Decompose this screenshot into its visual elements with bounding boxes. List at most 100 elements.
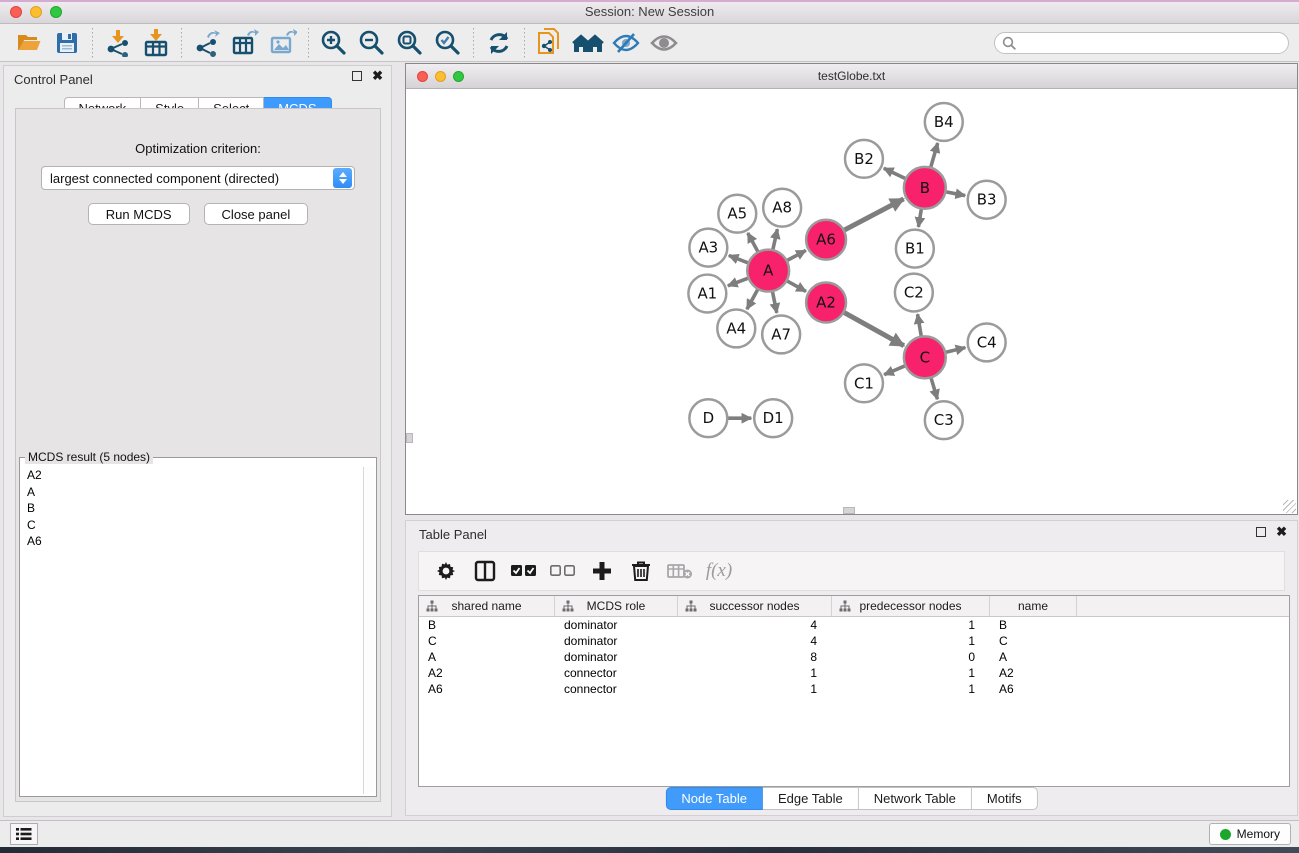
- cell-successor-nodes[interactable]: 1: [678, 665, 832, 681]
- zoom-fit-icon[interactable]: [391, 27, 429, 59]
- delete-icon[interactable]: [626, 556, 656, 586]
- graph-edge-C-C1[interactable]: [884, 365, 907, 375]
- graph-node-C[interactable]: C: [904, 336, 946, 378]
- cell-predecessor-nodes[interactable]: 1: [832, 665, 990, 681]
- table-row[interactable]: Adominator80A: [419, 649, 1289, 665]
- tab-motifs[interactable]: Motifs: [972, 787, 1038, 810]
- select-all-icon[interactable]: [509, 556, 539, 586]
- cell-shared-name[interactable]: B: [419, 617, 555, 633]
- graph-node-A1[interactable]: A1: [688, 275, 726, 313]
- cell-name[interactable]: A6: [990, 681, 1077, 697]
- table-row[interactable]: Bdominator41B: [419, 617, 1289, 633]
- cell-shared-name[interactable]: A: [419, 649, 555, 665]
- result-list-scrollbar[interactable]: [363, 467, 375, 794]
- cell-shared-name[interactable]: A6: [419, 681, 555, 697]
- run-mcds-button[interactable]: Run MCDS: [88, 203, 190, 225]
- optimization-criterion-dropdown[interactable]: largest connected component (directed): [41, 166, 355, 190]
- tab-edge-table[interactable]: Edge Table: [763, 787, 859, 810]
- cell-name[interactable]: B: [990, 617, 1077, 633]
- graph-node-B4[interactable]: B4: [925, 103, 963, 141]
- graph-node-A7[interactable]: A7: [762, 315, 800, 353]
- graph-node-A8[interactable]: A8: [763, 189, 801, 227]
- cell-mcds-role[interactable]: connector: [555, 665, 678, 681]
- graph-edge-C-C2[interactable]: [918, 314, 922, 339]
- cell-shared-name[interactable]: C: [419, 633, 555, 649]
- graph-edge-B-B2[interactable]: [884, 168, 908, 179]
- graph-edge-A-A5[interactable]: [748, 233, 759, 254]
- toolbar-search[interactable]: [994, 32, 1289, 54]
- float-panel-icon[interactable]: [352, 71, 362, 81]
- cell-name[interactable]: A: [990, 649, 1077, 665]
- close-table-panel-icon[interactable]: ✖: [1276, 527, 1287, 537]
- open-session-icon[interactable]: [10, 27, 48, 59]
- cell-mcds-role[interactable]: dominator: [555, 649, 678, 665]
- graph-edge-B-B4[interactable]: [930, 143, 938, 170]
- graph-node-A5[interactable]: A5: [718, 195, 756, 233]
- columns-icon[interactable]: [470, 556, 500, 586]
- graph-edge-A-A3[interactable]: [729, 255, 751, 263]
- graph-edge-A6-B[interactable]: [842, 199, 904, 231]
- graph-node-B3[interactable]: B3: [968, 181, 1006, 219]
- export-network-icon[interactable]: [188, 27, 226, 59]
- mcds-result-item[interactable]: C: [22, 517, 362, 534]
- graph-edge-A-A8[interactable]: [772, 229, 777, 252]
- export-table-icon[interactable]: [226, 27, 264, 59]
- graph-edge-A-A4[interactable]: [747, 287, 759, 309]
- graph-node-C4[interactable]: C4: [968, 323, 1006, 361]
- search-input[interactable]: [1020, 34, 1288, 52]
- graph-node-A6[interactable]: A6: [806, 220, 846, 260]
- clone-network-icon[interactable]: [531, 27, 569, 59]
- graph-node-A3[interactable]: A3: [689, 229, 727, 267]
- column-header-predecessor-nodes[interactable]: predecessor nodes: [832, 596, 990, 616]
- cell-successor-nodes[interactable]: 1: [678, 681, 832, 697]
- mcds-result-item[interactable]: A: [22, 484, 362, 501]
- graph-edge-A-A6[interactable]: [785, 250, 806, 261]
- export-image-icon[interactable]: [264, 27, 302, 59]
- network-graph[interactable]: AA1A2A3A4A5A6A7A8BB1B2B3B4CC1C2C3C4DD1: [406, 90, 1297, 514]
- function-builder-icon[interactable]: f(x): [704, 556, 734, 586]
- cell-predecessor-nodes[interactable]: 1: [832, 617, 990, 633]
- import-network-icon[interactable]: [99, 27, 137, 59]
- zoom-in-icon[interactable]: [315, 27, 353, 59]
- tab-network-table[interactable]: Network Table: [859, 787, 972, 810]
- cell-mcds-role[interactable]: dominator: [555, 633, 678, 649]
- cell-name[interactable]: C: [990, 633, 1077, 649]
- zoom-out-icon[interactable]: [353, 27, 391, 59]
- graph-edge-A-A7[interactable]: [772, 289, 777, 313]
- column-header-successor-nodes[interactable]: successor nodes: [678, 596, 832, 616]
- table-row[interactable]: Cdominator41C: [419, 633, 1289, 649]
- add-column-icon[interactable]: [587, 556, 617, 586]
- table-row[interactable]: A2connector11A2: [419, 665, 1289, 681]
- horizontal-scrollbar-thumb[interactable]: [843, 507, 855, 514]
- memory-button[interactable]: Memory: [1209, 823, 1291, 845]
- cell-predecessor-nodes[interactable]: 1: [832, 633, 990, 649]
- close-panel-icon[interactable]: ✖: [372, 71, 383, 81]
- graph-node-A4[interactable]: A4: [717, 309, 755, 347]
- table-row[interactable]: A6connector11A6: [419, 681, 1289, 697]
- import-table-icon[interactable]: [137, 27, 175, 59]
- graph-node-B1[interactable]: B1: [896, 230, 934, 268]
- cell-predecessor-nodes[interactable]: 1: [832, 681, 990, 697]
- column-header-mcds-role[interactable]: MCDS role: [555, 596, 678, 616]
- node-table[interactable]: shared nameMCDS rolesuccessor nodesprede…: [418, 595, 1290, 787]
- graph-node-B[interactable]: B: [904, 167, 946, 209]
- graph-node-B2[interactable]: B2: [845, 140, 883, 178]
- cell-predecessor-nodes[interactable]: 0: [832, 649, 990, 665]
- cell-mcds-role[interactable]: connector: [555, 681, 678, 697]
- mcds-result-item[interactable]: A2: [22, 467, 362, 484]
- cell-successor-nodes[interactable]: 4: [678, 617, 832, 633]
- graph-node-C3[interactable]: C3: [925, 401, 963, 439]
- refresh-layout-icon[interactable]: [480, 27, 518, 59]
- graph-node-C2[interactable]: C2: [895, 274, 933, 312]
- float-table-panel-icon[interactable]: [1256, 527, 1266, 537]
- graph-node-D[interactable]: D: [689, 399, 727, 437]
- cell-shared-name[interactable]: A2: [419, 665, 555, 681]
- graph-edge-A-A2[interactable]: [785, 280, 806, 292]
- hide-selection-icon[interactable]: [607, 27, 645, 59]
- graph-edge-A2-C[interactable]: [842, 311, 904, 346]
- network-canvas[interactable]: AA1A2A3A4A5A6A7A8BB1B2B3B4CC1C2C3C4DD1: [406, 90, 1297, 514]
- column-header-name[interactable]: name: [990, 596, 1077, 616]
- graph-edge-A-A1[interactable]: [728, 277, 751, 286]
- delete-table-icon[interactable]: [665, 556, 695, 586]
- show-all-networks-icon[interactable]: [569, 27, 607, 59]
